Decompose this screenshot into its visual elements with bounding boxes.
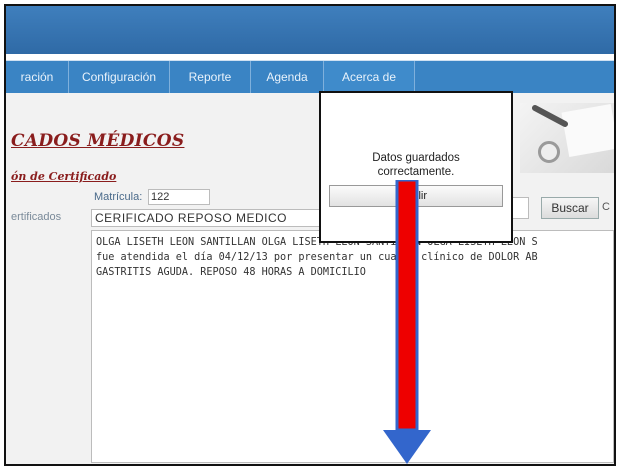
- tab-administracion[interactable]: ración: [6, 61, 69, 93]
- dialog-message: Datos guardados correctamente.: [321, 151, 511, 179]
- matricula-input[interactable]: 122: [148, 189, 210, 205]
- tab-agenda[interactable]: Agenda: [251, 61, 324, 93]
- section-subtitle: ón de Certificado: [11, 170, 117, 183]
- content-area: CADOS MÉDICOS ón de Certificado Matrícul…: [6, 93, 614, 464]
- tab-acerca-de[interactable]: Acerca de: [324, 61, 415, 93]
- certificate-text-area[interactable]: OLGA LISETH LEON SANTILLAN OLGA LISETH L…: [91, 230, 614, 463]
- page-title: CADOS MÉDICOS: [11, 131, 185, 151]
- top-header-bar: [6, 6, 614, 54]
- paper-graphic: [561, 104, 614, 157]
- main-nav: ración Configuración Reporte Agenda Acer…: [6, 60, 614, 94]
- tab-configuracion[interactable]: Configuración: [69, 61, 170, 93]
- annotation-arrow: [383, 180, 431, 464]
- dialog-message-line-2: correctamente.: [377, 166, 455, 178]
- text-line-2: fue atendida el día 04/12/13 por present…: [96, 252, 538, 263]
- pill-graphic: [538, 141, 560, 163]
- arrow-shaft: [395, 180, 419, 432]
- app-window: ración Configuración Reporte Agenda Acer…: [4, 4, 616, 466]
- certificados-label: ertificados: [11, 211, 62, 223]
- certificate-type-value: CERIFICADO REPOSO MEDICO: [95, 211, 288, 225]
- tab-reporte[interactable]: Reporte: [170, 61, 251, 93]
- dialog-message-line-1: Datos guardados: [372, 152, 460, 164]
- search-button[interactable]: Buscar: [541, 197, 599, 219]
- certificate-type-select[interactable]: CERIFICADO REPOSO MEDICO ▼: [91, 209, 334, 227]
- text-line-3: GASTRITIS AGUDA. REPOSO 48 HORAS A DOMIC…: [96, 267, 366, 278]
- medical-decor-image: [520, 103, 614, 173]
- arrow-head: [383, 430, 431, 464]
- right-edge-text: C: [602, 201, 610, 213]
- matricula-label: Matrícula:: [94, 191, 143, 203]
